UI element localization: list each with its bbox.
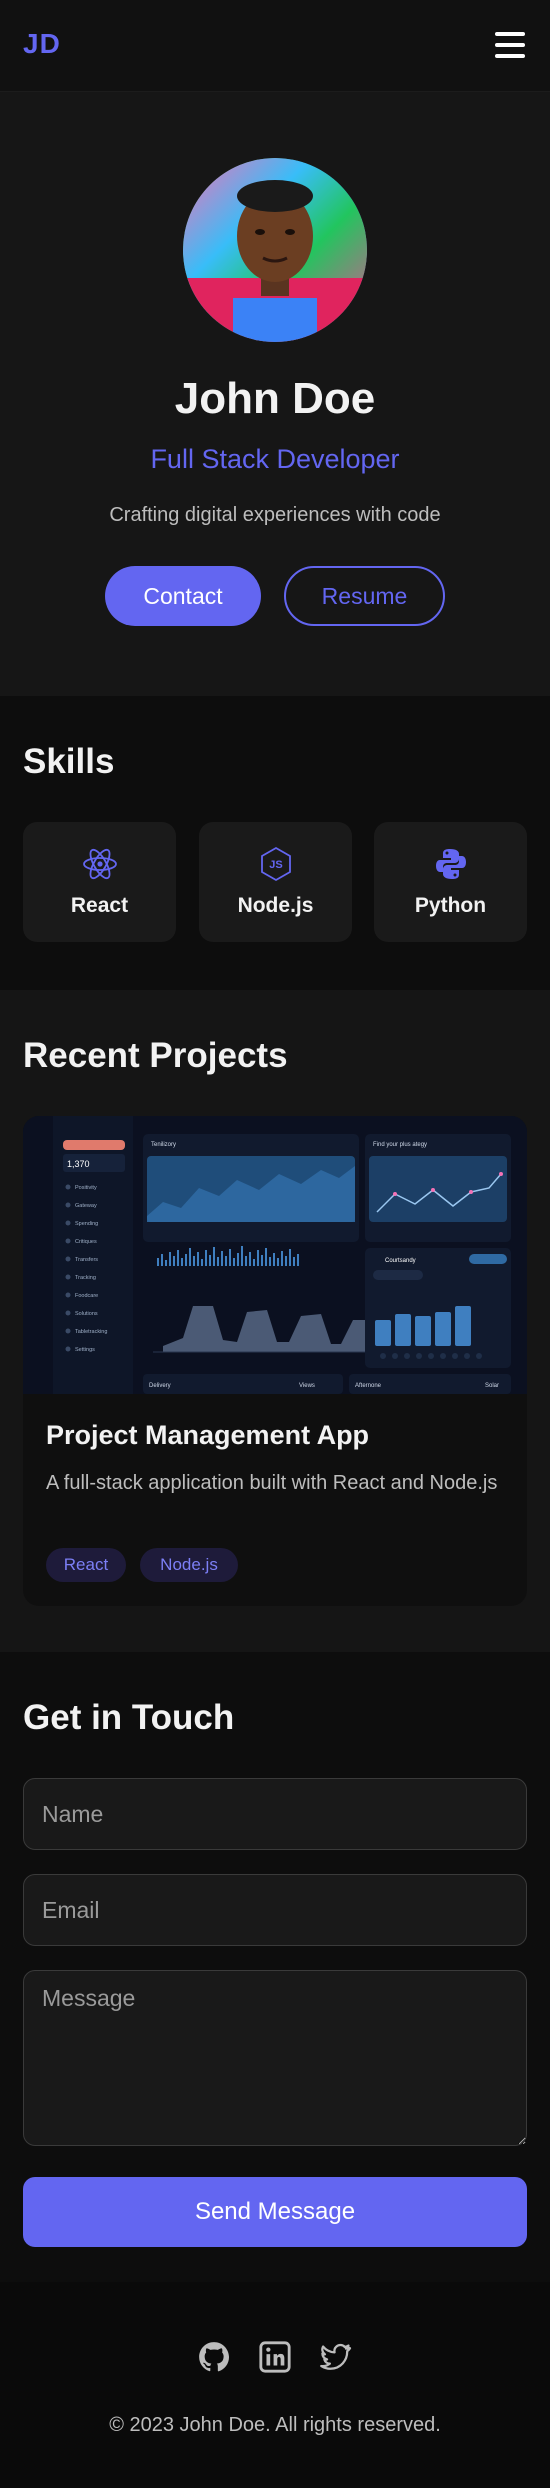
copyright-text: © 2023 John Doe. All rights reserved. bbox=[109, 2414, 441, 2436]
svg-text:Spending: Spending bbox=[75, 1221, 98, 1227]
project-tag: Node.js bbox=[140, 1548, 238, 1582]
skill-card-python: Python bbox=[374, 822, 527, 942]
email-input[interactable] bbox=[23, 1874, 527, 1946]
contact-title: Get in Touch bbox=[23, 1698, 235, 1737]
github-icon[interactable] bbox=[197, 2340, 231, 2374]
profile-avatar bbox=[183, 158, 367, 342]
contact-section: Get in Touch Send Message bbox=[0, 1652, 550, 2282]
svg-text:Tenilizory: Tenilizory bbox=[151, 1142, 176, 1148]
svg-text:Transfers: Transfers bbox=[75, 1257, 98, 1263]
hero-section: John Doe Full Stack Developer Crafting d… bbox=[0, 92, 550, 696]
svg-text:JS: JS bbox=[269, 859, 282, 871]
project-screenshot: 1,370 Positivity Gateway Spending Critiq… bbox=[23, 1116, 527, 1394]
skill-card-react: React bbox=[23, 822, 176, 942]
skill-label: Node.js bbox=[237, 894, 314, 917]
message-textarea[interactable] bbox=[23, 1970, 527, 2146]
svg-text:Solutions: Solutions bbox=[75, 1311, 98, 1317]
linkedin-icon[interactable] bbox=[258, 2340, 292, 2374]
skill-label: Python bbox=[414, 894, 487, 917]
svg-text:Settings: Settings bbox=[75, 1347, 95, 1353]
name-input[interactable] bbox=[23, 1778, 527, 1850]
project-description: A full-stack application built with Reac… bbox=[46, 1472, 498, 1494]
svg-text:Views: Views bbox=[299, 1383, 315, 1389]
skill-label: React bbox=[70, 894, 129, 917]
skills-title: Skills bbox=[23, 742, 115, 781]
twitter-icon[interactable] bbox=[318, 2340, 352, 2374]
svg-text:Gateway: Gateway bbox=[75, 1203, 97, 1209]
site-header: JD bbox=[0, 0, 550, 92]
svg-text:Afternone: Afternone bbox=[355, 1383, 382, 1389]
logo[interactable]: JD bbox=[23, 28, 61, 60]
svg-text:Tracking: Tracking bbox=[75, 1275, 96, 1281]
projects-section: Recent Projects 1,370 Positivity Gateway… bbox=[0, 990, 550, 1652]
svg-text:Positivity: Positivity bbox=[75, 1185, 97, 1191]
contact-button[interactable]: Contact bbox=[105, 566, 261, 626]
projects-title: Recent Projects bbox=[23, 1036, 288, 1075]
hero-role: Full Stack Developer bbox=[150, 444, 400, 474]
svg-text:Courtsandy: Courtsandy bbox=[385, 1258, 416, 1264]
react-icon bbox=[23, 846, 176, 882]
send-message-button[interactable]: Send Message bbox=[23, 2177, 527, 2247]
screenshot-sidebar-value: 1,370 bbox=[67, 1159, 90, 1169]
resume-button[interactable]: Resume bbox=[284, 566, 445, 626]
project-tag: React bbox=[46, 1548, 126, 1582]
project-card[interactable]: 1,370 Positivity Gateway Spending Critiq… bbox=[23, 1116, 527, 1606]
site-footer: © 2023 John Doe. All rights reserved. bbox=[0, 2282, 550, 2488]
svg-text:Delivery: Delivery bbox=[149, 1383, 171, 1389]
svg-text:Tabletracking: Tabletracking bbox=[75, 1329, 107, 1335]
svg-text:Foodcare: Foodcare bbox=[75, 1293, 98, 1299]
hamburger-menu-icon[interactable] bbox=[495, 30, 527, 60]
skill-card-nodejs: JS Node.js bbox=[199, 822, 352, 942]
nodejs-icon: JS bbox=[199, 846, 352, 882]
python-icon bbox=[374, 846, 527, 882]
svg-text:Solar: Solar bbox=[485, 1383, 499, 1389]
svg-text:Critiques: Critiques bbox=[75, 1239, 97, 1245]
hero-tagline: Crafting digital experiences with code bbox=[109, 504, 441, 526]
svg-text:Find your plus ategy: Find your plus ategy bbox=[373, 1142, 427, 1148]
project-title: Project Management App bbox=[46, 1420, 370, 1450]
skills-section: Skills React JS Node.js Python bbox=[0, 696, 550, 990]
hero-name: John Doe bbox=[174, 374, 376, 423]
